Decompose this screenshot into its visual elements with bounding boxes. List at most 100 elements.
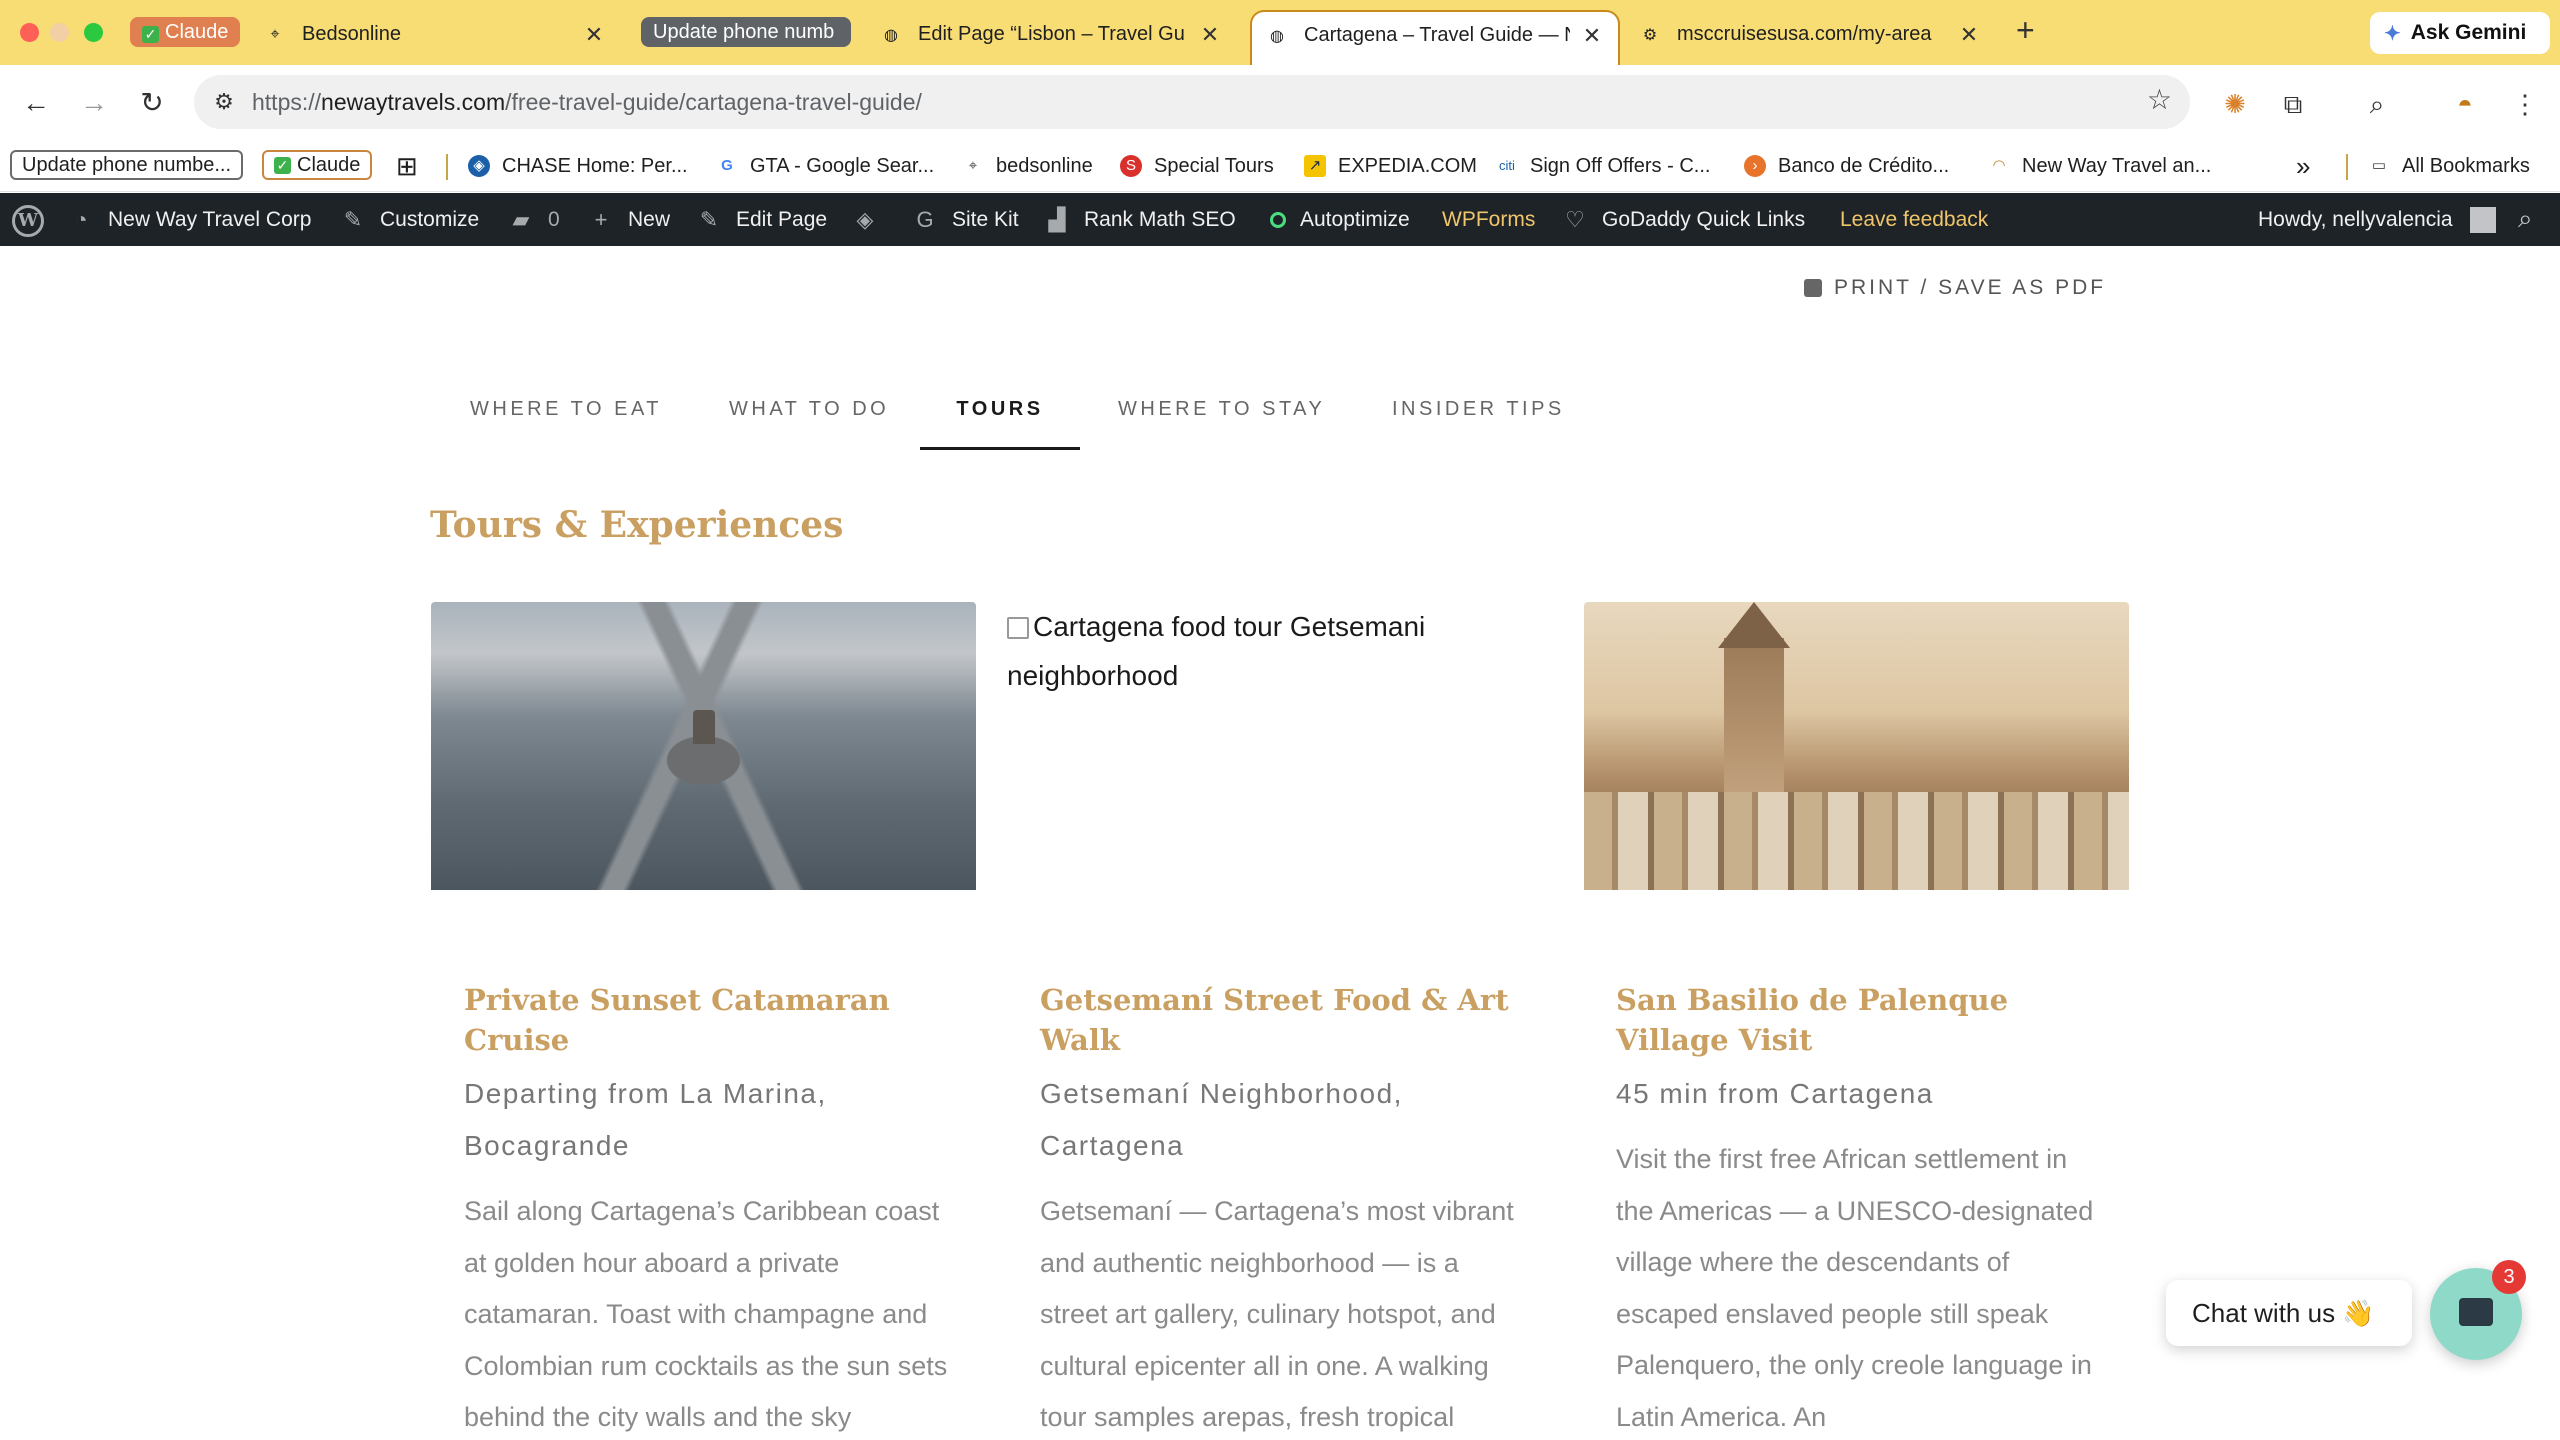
wp-comments[interactable]: ▰ 0 [508,193,560,246]
card-image-broken: Cartagena food tour Getsemani neighborho… [1007,602,1552,890]
bookmark-separator [446,154,448,180]
tab-msc-cruises[interactable]: ⚙ msccruisesusa.com/my-area ✕ [1625,10,1995,65]
tab-tours[interactable]: TOURS [920,378,1080,450]
bookmark-special-tours[interactable]: S Special Tours [1120,150,1274,182]
bookmark-banco-credito[interactable]: › Banco de Crédito... [1744,150,1949,182]
tour-card: Private Sunset Catamaran Cruise Departin… [464,980,954,1440]
menu-kebab-icon[interactable]: ⋮ [2508,87,2542,121]
tour-card: Getsemaní Street Food & Art Walk Getsema… [1040,980,1530,1440]
status-dot-icon [1270,211,1286,228]
maximize-window-button[interactable] [84,23,103,42]
card-image-palenque [1584,602,2129,890]
wp-autoptimize[interactable]: Autoptimize [1270,193,1410,246]
bookmarks-bar: Update phone numbe... ✓ Claude ⊞ ◈ CHASE H… [0,140,2560,192]
bcp-icon: › [1744,155,1766,177]
url-text[interactable]: https://newaytravels.com/free-travel-gui… [252,75,922,129]
browser-tab-strip: ✓ Claude ⌖ Bedsonline ✕ Update phone numb… [0,0,2560,65]
avatar[interactable] [2470,207,2496,233]
broken-image-icon [1007,617,1029,639]
tab-group-update-phone[interactable]: Update phone numb [641,17,851,47]
buildings-shape [1584,792,2129,890]
bookmark-chase[interactable]: ◈ CHASE Home: Per... [468,150,688,182]
wp-diamond-plugin[interactable]: ◈ [852,193,892,246]
wp-leave-feedback[interactable]: Leave feedback [1840,193,1988,246]
expedia-icon: ↗ [1304,155,1326,177]
chase-logo-icon: ◈ [468,155,490,177]
tab-group-claude[interactable]: ✓ Claude [130,17,240,47]
bookmark-bedsonline[interactable]: ⌖ bedsonline [962,150,1093,182]
wp-admin-bar: W ◔ New Way Travel Corp ✎ Customize ▰ 0 + Ne… [0,193,2560,246]
gemini-spark-icon: ✦ [2384,22,2401,45]
address-bar[interactable]: ⚙ https://newaytravels.com/free-travel-g… [194,75,2190,129]
card-title[interactable]: Private Sunset Catamaran Cruise [464,980,954,1060]
wp-edit-page[interactable]: ✎ Edit Page [696,193,827,246]
bookmark-sign-off-offers[interactable]: citi Sign Off Offers - C... [1496,150,1710,182]
google-g-icon: G [916,206,934,232]
wp-wpforms[interactable]: WPForms [1442,193,1535,246]
card-location: 45 min from Cartagena [1616,1078,1934,1109]
close-icon[interactable]: ✕ [582,22,606,48]
wp-site-kit[interactable]: G Site Kit [912,193,1018,246]
reload-button[interactable]: ↻ [132,83,172,123]
close-window-button[interactable] [20,23,39,42]
new-way-travel-icon: ◠ [1988,155,2010,177]
plus-icon: + [594,206,608,232]
print-save-pdf-link[interactable]: PRINT / SAVE AS PDF [1804,276,2106,300]
extensions-icon[interactable]: ⧉ [2276,87,2310,121]
tab-bedsonline[interactable]: ⌖ Bedsonline ✕ [250,10,620,65]
wordpress-logo-icon[interactable]: W [12,205,44,237]
card-title[interactable]: Getsemaní Street Food & Art Walk [1040,980,1530,1060]
paintbrush-icon: ✎ [343,206,363,232]
wp-godaddy[interactable]: ♡ GoDaddy Quick Links [1562,193,1805,246]
card-description: Sail along Cartagena’s Caribbean coast a… [464,1196,948,1432]
bookmark-star-icon[interactable]: ☆ [2147,83,2172,116]
godaddy-icon: ♡ [1565,206,1585,232]
comment-icon: ▰ [512,206,530,232]
card-title[interactable]: San Basilio de Palenque Village Visit [1616,980,2106,1060]
chat-with-us-bubble[interactable]: Chat with us 👋 [2166,1280,2412,1346]
chat-icon [2459,1298,2493,1326]
wp-howdy[interactable]: Howdy, nellyvalencia [2258,193,2453,246]
site-settings-icon[interactable]: ⚙ [204,82,244,122]
tab-where-to-eat[interactable]: WHERE TO EAT [470,378,662,450]
tab-where-to-stay[interactable]: WHERE TO STAY [1118,378,1325,450]
globe-icon: ◍ [1270,27,1284,45]
ask-gemini-button[interactable]: ✦ Ask Gemini [2370,12,2550,54]
tab-cartagena-travel-guide[interactable]: ◍ Cartagena – Travel Guide — N ✕ [1250,10,1620,65]
bookmark-gta-google[interactable]: G GTA - Google Sear... [716,150,934,182]
minimize-window-button[interactable] [50,23,69,42]
tab-insider-tips[interactable]: INSIDER TIPS [1392,378,1565,450]
all-bookmarks-button[interactable]: ▭ All Bookmarks [2368,150,2530,182]
pencil-icon: ✎ [699,206,719,232]
close-icon[interactable]: ✕ [1198,22,1222,48]
apps-grid-icon[interactable]: ⊞ [396,150,418,182]
location-pin-icon: ⌖ [962,155,984,177]
card-location: Departing from La Marina, Bocagrande [464,1078,827,1161]
bookmark-expedia[interactable]: ↗ EXPEDIA.COM [1304,150,1477,182]
tab-search-icon[interactable]: ⌕ [2360,87,2394,121]
more-bookmarks-button[interactable]: » [2296,150,2310,182]
diamond-icon: ◈ [856,206,874,232]
close-icon[interactable]: ✕ [1957,22,1981,48]
wp-customize[interactable]: ✎ Customize [340,193,479,246]
claude-extension-icon[interactable]: ✺ [2218,87,2252,121]
tab-edit-page-lisbon[interactable]: ◍ Edit Page “Lisbon – Travel Gu ✕ [866,10,1236,65]
card-image-catamaran [431,602,976,890]
checkmark-icon: ✓ [142,26,159,43]
search-icon[interactable]: ⌕ [2518,203,2533,235]
wp-site-name[interactable]: ◔ New Way Travel Corp [68,193,311,246]
bookmark-claude[interactable]: ✓ Claude [262,150,373,180]
profile-icon[interactable]: ◓ [2448,87,2482,121]
wp-new[interactable]: + New [588,193,670,246]
dashboard-icon: ◔ [74,206,88,232]
close-icon[interactable]: ✕ [1580,23,1604,49]
back-button[interactable]: ← [16,83,56,123]
wp-rank-math[interactable]: ▟ Rank Math SEO [1044,193,1236,246]
tab-what-to-do[interactable]: WHAT TO DO [729,378,889,450]
bookmark-update-phone[interactable]: Update phone numbe... [10,150,244,180]
new-tab-button[interactable]: + [2016,12,2035,49]
forward-button[interactable]: → [74,83,114,123]
browser-toolbar: ← → ↻ ⚙ https://newaytravels.com/free-tr… [0,65,2560,140]
location-pin-icon: ⌖ [270,25,280,43]
bookmark-new-way-travel[interactable]: ◠ New Way Travel an... [1988,150,2211,182]
